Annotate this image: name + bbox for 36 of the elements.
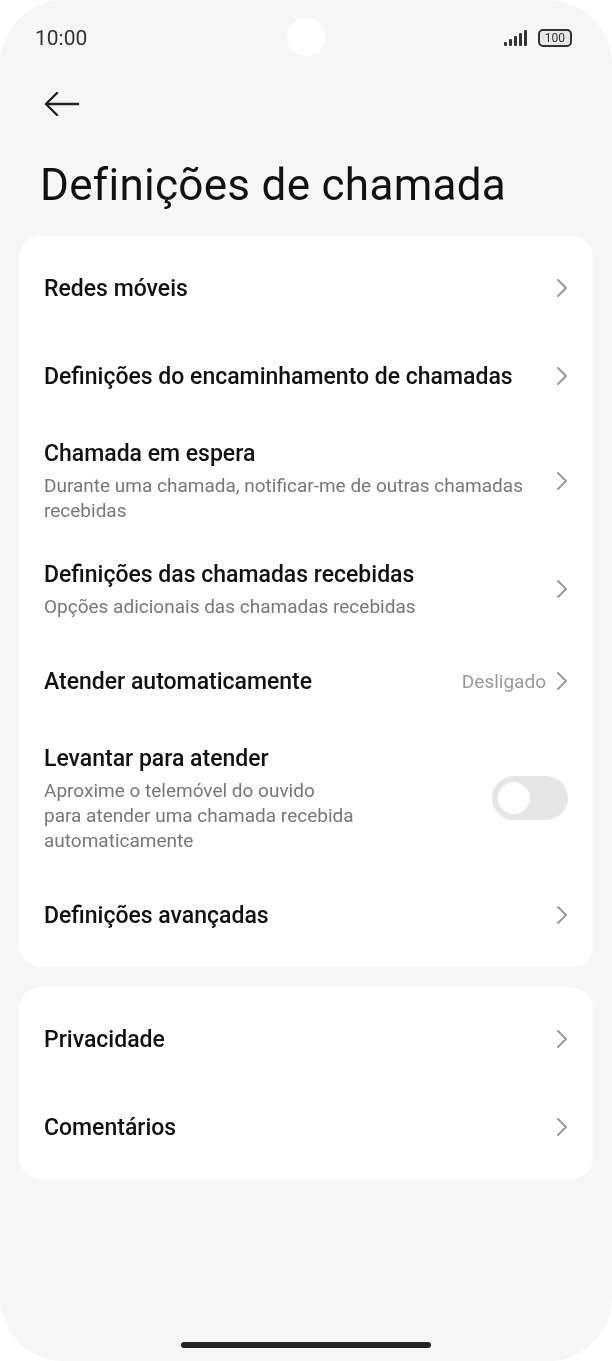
chevron-icon	[556, 579, 568, 599]
row-label: Chamada em espera	[44, 439, 257, 469]
back-arrow-icon[interactable]	[44, 92, 80, 116]
signal-icon	[503, 29, 530, 47]
row-label: Definições avançadas	[44, 900, 270, 931]
chevron-icon	[556, 905, 568, 925]
row-value: Desligado	[461, 669, 546, 693]
row-label: Privacidade	[44, 1024, 166, 1055]
chevron-icon	[556, 1117, 568, 1137]
chevron-icon	[556, 470, 568, 491]
row-label: Levantar para atender	[44, 744, 270, 774]
row-description: Aproxime o telemóvel do ouvido para atender uma chamada recebida automaticamente	[44, 778, 355, 853]
row-label: Definições das chamadas recebidas	[44, 560, 416, 590]
settings-row[interactable]: Definições das chamadas recebidas Opções adicionais das chamadas recebidas	[19, 541, 593, 637]
chevron-icon	[556, 671, 568, 691]
row-label: Comentários	[44, 1112, 178, 1143]
row-description: Durante uma chamada, notificar-me de outras chamadas recebidas	[44, 473, 524, 523]
status-time: 10:00	[35, 26, 88, 50]
settings-row[interactable]: Chamada em espera Durante uma chamada, notificar-me de outras chamadas recebidas	[19, 420, 593, 541]
settings-row[interactable]: Comentários	[19, 1083, 593, 1171]
settings-row[interactable]: Definições avançadas	[19, 871, 593, 959]
row-label: Redes móveis	[44, 273, 189, 304]
toggle-row[interactable]: Levantar para atender Aproxime o telemóvel do ouvido para atender uma chamada recebida automaticamente	[19, 725, 593, 871]
toggle-switch[interactable]	[492, 776, 568, 820]
chevron-icon	[556, 1029, 568, 1049]
row-label: Definições do encaminhamento de chamadas	[44, 361, 514, 392]
page-title: Definições de chamada	[40, 159, 508, 211]
settings-row[interactable]: Definições do encaminhamento de chamadas	[19, 332, 593, 420]
settings-row[interactable]: Privacidade	[19, 995, 593, 1083]
row-label: Atender automaticamente	[44, 666, 314, 697]
chevron-icon	[556, 366, 568, 386]
row-description: Opções adicionais das chamadas recebidas	[44, 594, 417, 619]
chevron-icon	[556, 278, 568, 298]
settings-row[interactable]: Redes móveis	[19, 244, 593, 332]
settings-row[interactable]: Atender automaticamente Desligado	[19, 637, 593, 725]
battery-indicator: 100	[537, 29, 572, 47]
